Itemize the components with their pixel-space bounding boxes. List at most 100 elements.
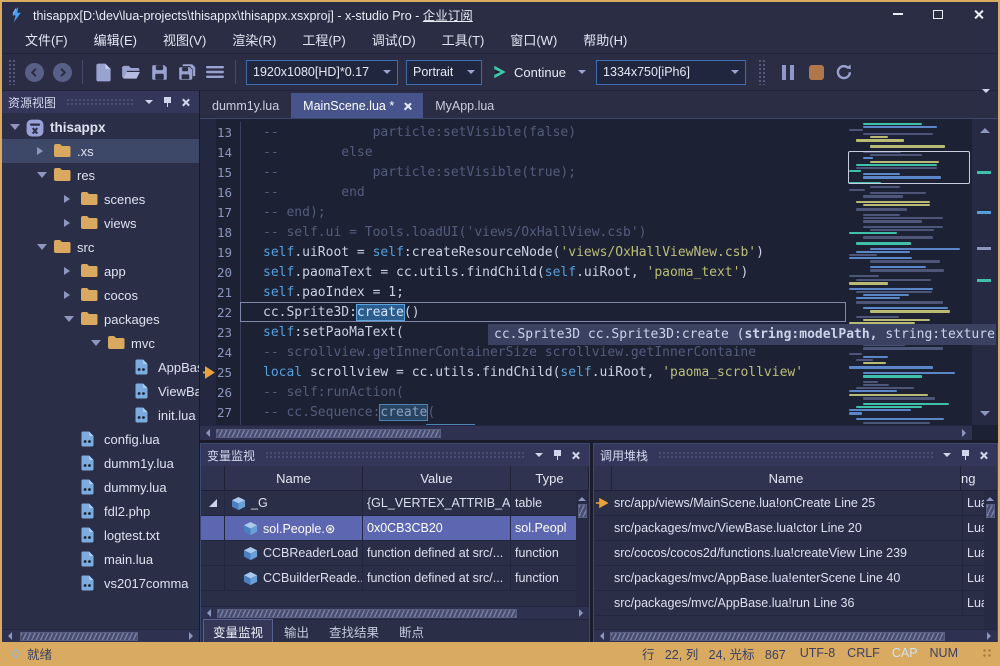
- code-line-14[interactable]: 14-- else: [200, 142, 846, 162]
- stack-frame-1[interactable]: src/packages/mvc/ViewBase.lua!ctor Line …: [594, 516, 997, 541]
- tree-item-init-lua[interactable]: init.lua: [2, 403, 199, 427]
- stack-frame-4[interactable]: src/packages/mvc/AppBase.lua!run Line 36…: [594, 591, 997, 616]
- tree-item-fdl2-php[interactable]: fdl2.php: [2, 499, 199, 523]
- tree-item-mvc[interactable]: mvc: [2, 331, 199, 355]
- code-editor[interactable]: 13-- particle:setVisible(false)14-- else…: [200, 118, 998, 440]
- line-number[interactable]: 14: [200, 145, 240, 160]
- code-line-16[interactable]: 16-- end: [200, 182, 846, 202]
- open-project-button[interactable]: [117, 58, 145, 86]
- tree-item-logtest-txt[interactable]: logtest.txt: [2, 523, 199, 547]
- menu-item-0[interactable]: 文件(F): [12, 26, 81, 53]
- tree-item-dumm1y-lua[interactable]: dumm1y.lua: [2, 451, 199, 475]
- code-text[interactable]: -- end: [240, 182, 846, 202]
- line-number[interactable]: 19: [200, 245, 240, 260]
- code-line-17[interactable]: 17-- end);: [200, 202, 846, 222]
- navigate-forward-button[interactable]: [48, 58, 76, 86]
- tree-item-app[interactable]: app: [2, 259, 199, 283]
- panel-drag-handle[interactable]: [658, 451, 933, 459]
- code-line-26[interactable]: 26-- self:runAction(: [200, 382, 846, 402]
- scroll-left-icon[interactable]: [2, 630, 14, 642]
- bottom-tab-2[interactable]: 查找结果: [320, 620, 388, 643]
- chevron-collapsed-icon[interactable]: [62, 195, 76, 203]
- tree-item-appbase-lua[interactable]: AppBase.lua: [2, 355, 199, 379]
- scrollbar-thumb[interactable]: [578, 504, 587, 518]
- scroll-left-icon[interactable]: [594, 630, 606, 642]
- stack-frame-3[interactable]: src/packages/mvc/AppBase.lua!enterScene …: [594, 566, 997, 591]
- chevron-expanded-icon[interactable]: [62, 311, 76, 327]
- code-text[interactable]: cc.Sprite3D:create(): [240, 302, 846, 322]
- code-text[interactable]: -- particle:setVisible(true);: [240, 162, 846, 182]
- chevron-collapsed-icon[interactable]: [62, 219, 76, 227]
- stop-button[interactable]: [802, 58, 830, 86]
- expand-icon[interactable]: [209, 499, 217, 507]
- subscription-link[interactable]: 企业订阅: [423, 9, 473, 23]
- minimize-button[interactable]: [878, 2, 918, 26]
- menu-item-5[interactable]: 调试(D): [359, 26, 429, 53]
- line-number[interactable]: 24: [200, 345, 240, 360]
- code-text[interactable]: self.paomaText = cc.utils.findChild(self…: [240, 262, 846, 282]
- code-text[interactable]: -- else: [240, 142, 846, 162]
- menu-item-1[interactable]: 编辑(E): [81, 26, 150, 53]
- editor-tab-0[interactable]: dumm1y.lua: [200, 93, 291, 118]
- code-line-15[interactable]: 15-- particle:setVisible(true);: [200, 162, 846, 182]
- scrollbar-thumb[interactable]: [217, 609, 517, 618]
- panel-close-button[interactable]: [567, 447, 583, 463]
- panel-drag-handle[interactable]: [265, 451, 525, 459]
- menu-item-4[interactable]: 工程(P): [289, 26, 358, 53]
- code-line-21[interactable]: 21self.paoIndex = 1;: [200, 282, 846, 302]
- line-number[interactable]: 18: [200, 225, 240, 240]
- code-line-22[interactable]: 22cc.Sprite3D:create(): [200, 302, 846, 322]
- tree-item-views[interactable]: views: [2, 211, 199, 235]
- tree-item-thisappx[interactable]: thisappx: [2, 115, 199, 139]
- line-number[interactable]: 21: [200, 285, 240, 300]
- tree-item-cocos[interactable]: cocos: [2, 283, 199, 307]
- panel-close-button[interactable]: [177, 94, 193, 110]
- menu-hamburger-button[interactable]: [201, 58, 229, 86]
- scroll-right-icon[interactable]: [985, 630, 997, 642]
- code-text[interactable]: local scrollview = cc.utils.findChild(se…: [240, 362, 846, 382]
- tab-close-icon[interactable]: [403, 102, 411, 110]
- scroll-up-icon[interactable]: [986, 493, 994, 501]
- scroll-up-icon[interactable]: [980, 123, 990, 133]
- code-line-25[interactable]: 25local scrollview = cc.utils.findChild(…: [200, 362, 846, 382]
- chevron-collapsed-icon[interactable]: [62, 291, 76, 299]
- watch-hscrollbar[interactable]: [201, 606, 589, 619]
- code-text[interactable]: -- scrollview.getInnerContainerSize scro…: [240, 342, 846, 362]
- menu-item-2[interactable]: 视图(V): [150, 26, 219, 53]
- tree-item-packages[interactable]: packages: [2, 307, 199, 331]
- line-number[interactable]: 20: [200, 265, 240, 280]
- tree-item-vs2017comma[interactable]: vs2017comma: [2, 571, 199, 595]
- chevron-collapsed-icon[interactable]: [35, 147, 49, 155]
- stack-frame-0[interactable]: src/app/views/MainScene.lua!onCreate Lin…: [594, 491, 997, 516]
- code-text[interactable]: -- cc.Sequence:create(: [240, 402, 846, 422]
- pause-button[interactable]: [774, 58, 802, 86]
- panel-pin-button[interactable]: [957, 447, 973, 463]
- bottom-tab-0[interactable]: 变量监视: [203, 619, 273, 644]
- chevron-collapsed-icon[interactable]: [62, 267, 76, 275]
- toolbar-grip[interactable]: [8, 59, 16, 85]
- resize-grip[interactable]: [982, 648, 992, 658]
- save-button[interactable]: [145, 58, 173, 86]
- editor-tab-1[interactable]: MainScene.lua *: [291, 93, 423, 118]
- tree-item-scenes[interactable]: scenes: [2, 187, 199, 211]
- save-all-button[interactable]: [173, 58, 201, 86]
- continue-button[interactable]: Continue: [492, 64, 586, 80]
- menu-item-8[interactable]: 帮助(H): [570, 26, 640, 53]
- watch-row-1[interactable]: sol.People.⊛0x0CB3CB20sol.Peopl: [201, 516, 589, 541]
- menu-item-7[interactable]: 窗口(W): [497, 26, 570, 53]
- resolution-dropdown[interactable]: 1920x1080[HD]*0.17: [246, 60, 398, 85]
- maximize-button[interactable]: [918, 2, 958, 26]
- watch-row-3[interactable]: CCBuilderReade..function defined at src/…: [201, 566, 589, 591]
- line-number[interactable]: 27: [200, 405, 240, 420]
- tree-item-src[interactable]: src: [2, 235, 199, 259]
- line-number[interactable]: 15: [200, 165, 240, 180]
- panel-close-button[interactable]: [975, 447, 991, 463]
- tree-item-res[interactable]: res: [2, 163, 199, 187]
- code-line-19[interactable]: 19self.uiRoot = self:createResourceNode(…: [200, 242, 846, 262]
- minimap[interactable]: [846, 119, 972, 425]
- code-line-27[interactable]: 27-- cc.Sequence:create(: [200, 402, 846, 422]
- code-line-20[interactable]: 20self.paomaText = cc.utils.findChild(se…: [200, 262, 846, 282]
- scrollbar-thumb[interactable]: [610, 632, 945, 641]
- close-button[interactable]: [958, 2, 998, 26]
- line-number[interactable]: 16: [200, 185, 240, 200]
